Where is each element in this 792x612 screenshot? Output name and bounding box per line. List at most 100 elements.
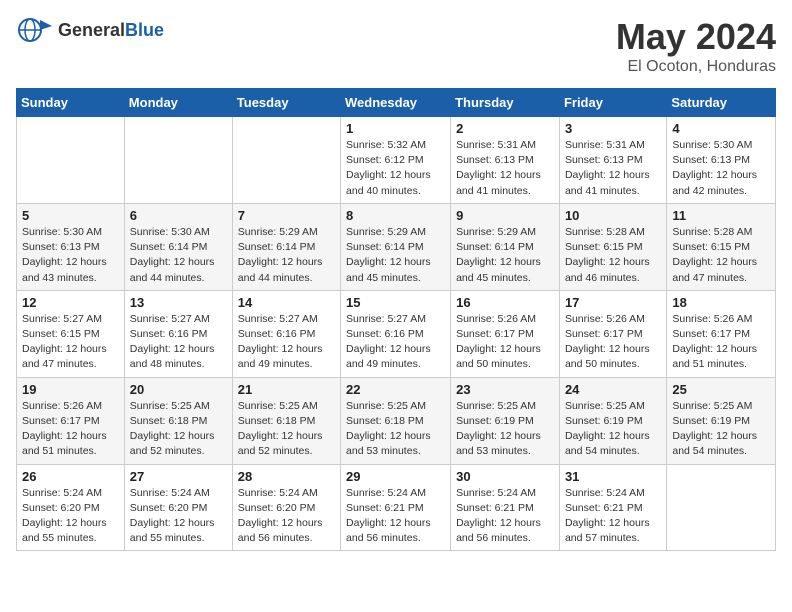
day-info: Sunrise: 5:32 AM Sunset: 6:12 PM Dayligh… xyxy=(346,138,445,199)
calendar-cell: 5Sunrise: 5:30 AM Sunset: 6:13 PM Daylig… xyxy=(17,203,125,290)
logo-general: General xyxy=(58,20,125,40)
calendar-header: SundayMondayTuesdayWednesdayThursdayFrid… xyxy=(17,89,776,117)
calendar-cell: 11 Sunrise: 5:28 AM Sunset: 6:15 PM Dayli… xyxy=(667,203,776,290)
header-cell-wednesday: Wednesday xyxy=(341,89,451,117)
day-number: 23 xyxy=(456,382,554,397)
day-number: 30 xyxy=(456,469,554,484)
logo-text: GeneralBlue xyxy=(58,20,164,41)
header-cell-friday: Friday xyxy=(559,89,666,117)
day-info: Sunrise: 5:24 AM Sunset: 6:21 PM Dayligh… xyxy=(346,486,445,547)
calendar-cell: 19 Sunrise: 5:26 AM Sunset: 6:17 PM Dayli… xyxy=(17,377,125,464)
calendar-cell: 4 Sunrise: 5:30 AM Sunset: 6:13 PM Daylig… xyxy=(667,117,776,204)
calendar-table: SundayMondayTuesdayWednesdayThursdayFrid… xyxy=(16,88,776,551)
logo: GeneralBlue xyxy=(16,16,164,44)
calendar-cell: 25 Sunrise: 5:25 AM Sunset: 6:19 PM Dayli… xyxy=(667,377,776,464)
day-info: Sunrise: 5:24 AM Sunset: 6:21 PM Dayligh… xyxy=(456,486,554,547)
logo-icon xyxy=(16,16,52,44)
calendar-week-0: 1 Sunrise: 5:32 AM Sunset: 6:12 PM Daylig… xyxy=(17,117,776,204)
day-info: Sunrise: 5:31 AM Sunset: 6:13 PM Dayligh… xyxy=(565,138,661,199)
day-info: Sunrise: 5:29 AM Sunset: 6:14 PM Dayligh… xyxy=(456,225,554,286)
location: El Ocoton, Honduras xyxy=(616,58,776,76)
month-title: May 2024 xyxy=(616,16,776,58)
day-number: 27 xyxy=(130,469,227,484)
day-info: Sunrise: 5:30 AM Sunset: 6:13 PM Dayligh… xyxy=(672,138,770,199)
day-info: Sunrise: 5:24 AM Sunset: 6:21 PM Dayligh… xyxy=(565,486,661,547)
calendar-cell: 29 Sunrise: 5:24 AM Sunset: 6:21 PM Dayli… xyxy=(341,464,451,551)
calendar-week-2: 12 Sunrise: 5:27 AM Sunset: 6:15 PM Dayli… xyxy=(17,290,776,377)
day-number: 29 xyxy=(346,469,445,484)
day-info: Sunrise: 5:27 AM Sunset: 6:16 PM Dayligh… xyxy=(238,312,335,373)
day-number: 21 xyxy=(238,382,335,397)
day-info: Sunrise: 5:26 AM Sunset: 6:17 PM Dayligh… xyxy=(672,312,770,373)
header-cell-monday: Monday xyxy=(124,89,232,117)
day-number: 4 xyxy=(672,121,770,136)
day-info: Sunrise: 5:26 AM Sunset: 6:17 PM Dayligh… xyxy=(456,312,554,373)
day-info: Sunrise: 5:30 AM Sunset: 6:14 PM Dayligh… xyxy=(130,225,227,286)
title-block: May 2024 El Ocoton, Honduras xyxy=(616,16,776,76)
header-cell-thursday: Thursday xyxy=(451,89,560,117)
day-info: Sunrise: 5:29 AM Sunset: 6:14 PM Dayligh… xyxy=(238,225,335,286)
day-info: Sunrise: 5:29 AM Sunset: 6:14 PM Dayligh… xyxy=(346,225,445,286)
calendar-body: 1 Sunrise: 5:32 AM Sunset: 6:12 PM Daylig… xyxy=(17,117,776,551)
day-number: 24 xyxy=(565,382,661,397)
day-number: 8 xyxy=(346,208,445,223)
day-info: Sunrise: 5:27 AM Sunset: 6:16 PM Dayligh… xyxy=(130,312,227,373)
day-info: Sunrise: 5:25 AM Sunset: 6:18 PM Dayligh… xyxy=(130,399,227,460)
day-number: 6 xyxy=(130,208,227,223)
calendar-cell: 20 Sunrise: 5:25 AM Sunset: 6:18 PM Dayli… xyxy=(124,377,232,464)
calendar-cell xyxy=(17,117,125,204)
day-number: 1 xyxy=(346,121,445,136)
calendar-cell: 7 Sunrise: 5:29 AM Sunset: 6:14 PM Daylig… xyxy=(232,203,340,290)
day-number: 14 xyxy=(238,295,335,310)
day-number: 12 xyxy=(22,295,119,310)
day-info: Sunrise: 5:26 AM Sunset: 6:17 PM Dayligh… xyxy=(22,399,119,460)
day-number: 7 xyxy=(238,208,335,223)
day-info: Sunrise: 5:25 AM Sunset: 6:19 PM Dayligh… xyxy=(672,399,770,460)
calendar-cell: 9 Sunrise: 5:29 AM Sunset: 6:14 PM Daylig… xyxy=(451,203,560,290)
day-number: 3 xyxy=(565,121,661,136)
calendar-cell: 17Sunrise: 5:26 AM Sunset: 6:17 PM Dayli… xyxy=(559,290,666,377)
day-number: 13 xyxy=(130,295,227,310)
logo-blue: Blue xyxy=(125,20,164,40)
day-info: Sunrise: 5:25 AM Sunset: 6:18 PM Dayligh… xyxy=(238,399,335,460)
calendar-cell: 21 Sunrise: 5:25 AM Sunset: 6:18 PM Dayli… xyxy=(232,377,340,464)
day-info: Sunrise: 5:27 AM Sunset: 6:16 PM Dayligh… xyxy=(346,312,445,373)
calendar-cell xyxy=(124,117,232,204)
calendar-cell: 8 Sunrise: 5:29 AM Sunset: 6:14 PM Daylig… xyxy=(341,203,451,290)
day-info: Sunrise: 5:25 AM Sunset: 6:19 PM Dayligh… xyxy=(565,399,661,460)
calendar-cell xyxy=(667,464,776,551)
calendar-cell: 1 Sunrise: 5:32 AM Sunset: 6:12 PM Daylig… xyxy=(341,117,451,204)
calendar-cell: 2 Sunrise: 5:31 AM Sunset: 6:13 PM Daylig… xyxy=(451,117,560,204)
day-number: 2 xyxy=(456,121,554,136)
day-info: Sunrise: 5:26 AM Sunset: 6:17 PM Dayligh… xyxy=(565,312,661,373)
day-info: Sunrise: 5:31 AM Sunset: 6:13 PM Dayligh… xyxy=(456,138,554,199)
day-number: 11 xyxy=(672,208,770,223)
day-number: 18 xyxy=(672,295,770,310)
calendar-cell: 10 Sunrise: 5:28 AM Sunset: 6:15 PM Dayli… xyxy=(559,203,666,290)
day-number: 25 xyxy=(672,382,770,397)
header-cell-sunday: Sunday xyxy=(17,89,125,117)
day-number: 19 xyxy=(22,382,119,397)
day-number: 28 xyxy=(238,469,335,484)
calendar-week-1: 5Sunrise: 5:30 AM Sunset: 6:13 PM Daylig… xyxy=(17,203,776,290)
day-number: 10 xyxy=(565,208,661,223)
day-info: Sunrise: 5:28 AM Sunset: 6:15 PM Dayligh… xyxy=(565,225,661,286)
day-info: Sunrise: 5:30 AM Sunset: 6:13 PM Dayligh… xyxy=(22,225,119,286)
calendar-cell: 16 Sunrise: 5:26 AM Sunset: 6:17 PM Dayli… xyxy=(451,290,560,377)
day-info: Sunrise: 5:27 AM Sunset: 6:15 PM Dayligh… xyxy=(22,312,119,373)
day-info: Sunrise: 5:28 AM Sunset: 6:15 PM Dayligh… xyxy=(672,225,770,286)
calendar-cell: 28Sunrise: 5:24 AM Sunset: 6:20 PM Dayli… xyxy=(232,464,340,551)
day-number: 22 xyxy=(346,382,445,397)
page-header: GeneralBlue May 2024 El Ocoton, Honduras xyxy=(16,16,776,76)
calendar-cell: 3 Sunrise: 5:31 AM Sunset: 6:13 PM Daylig… xyxy=(559,117,666,204)
day-number: 9 xyxy=(456,208,554,223)
day-number: 20 xyxy=(130,382,227,397)
calendar-week-3: 19 Sunrise: 5:26 AM Sunset: 6:17 PM Dayli… xyxy=(17,377,776,464)
day-info: Sunrise: 5:25 AM Sunset: 6:18 PM Dayligh… xyxy=(346,399,445,460)
calendar-cell: 14 Sunrise: 5:27 AM Sunset: 6:16 PM Dayli… xyxy=(232,290,340,377)
header-cell-saturday: Saturday xyxy=(667,89,776,117)
day-number: 26 xyxy=(22,469,119,484)
day-number: 16 xyxy=(456,295,554,310)
calendar-cell: 31Sunrise: 5:24 AM Sunset: 6:21 PM Dayli… xyxy=(559,464,666,551)
calendar-cell: 6 Sunrise: 5:30 AM Sunset: 6:14 PM Daylig… xyxy=(124,203,232,290)
